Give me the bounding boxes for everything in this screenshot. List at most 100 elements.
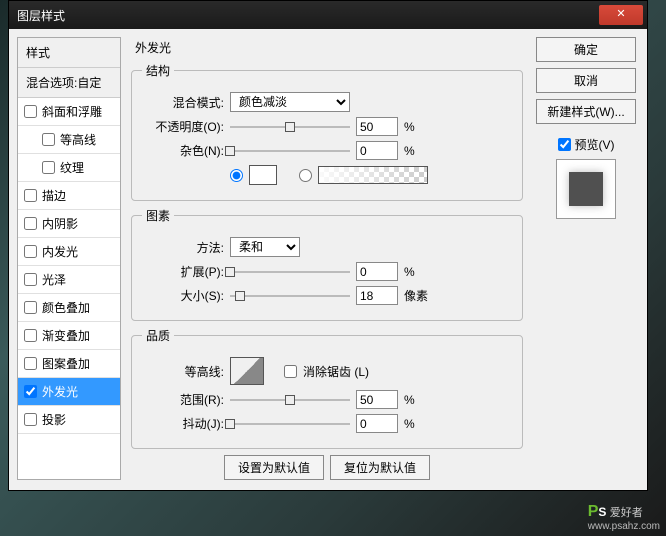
jitter-input[interactable] xyxy=(356,414,398,433)
quality-legend: 品质 xyxy=(142,327,174,344)
sidebar-blend-options[interactable]: 混合选项:自定 xyxy=(18,68,120,98)
sidebar-item-6[interactable]: 光泽 xyxy=(18,266,120,294)
sidebar-label-9: 图案叠加 xyxy=(42,355,90,372)
watermark-url: www.psahz.com xyxy=(588,521,660,532)
sidebar-item-10[interactable]: 外发光 xyxy=(18,378,120,406)
size-input[interactable] xyxy=(356,286,398,305)
elements-group: 图素 方法: 柔和 扩展(P): % 大小(S): 像 xyxy=(131,207,523,321)
panel-title: 外发光 xyxy=(129,37,525,62)
opacity-input[interactable] xyxy=(356,117,398,136)
titlebar[interactable]: 图层样式 ✕ xyxy=(9,1,647,29)
sidebar-checkbox-7[interactable] xyxy=(24,301,37,314)
sidebar-label-3: 描边 xyxy=(42,187,66,204)
reset-default-button[interactable]: 复位为默认值 xyxy=(330,455,430,480)
default-buttons: 设置为默认值 复位为默认值 xyxy=(129,455,525,480)
layer-style-dialog: 图层样式 ✕ 样式 混合选项:自定 斜面和浮雕等高线纹理描边内阴影内发光光泽颜色… xyxy=(8,0,648,491)
size-slider[interactable] xyxy=(230,287,350,305)
structure-group: 结构 混合模式: 颜色减淡 不透明度(O): % 杂色(N): xyxy=(131,62,523,201)
watermark: PS 爱好者 www.psahz.com xyxy=(588,503,660,532)
sidebar-item-3[interactable]: 描边 xyxy=(18,182,120,210)
sidebar-label-8: 渐变叠加 xyxy=(42,327,90,344)
sidebar-checkbox-4[interactable] xyxy=(24,217,37,230)
technique-label: 方法: xyxy=(142,239,224,256)
preview-swatch xyxy=(556,159,616,219)
sidebar-checkbox-5[interactable] xyxy=(24,245,37,258)
blend-mode-label: 混合模式: xyxy=(142,94,224,111)
jitter-label: 抖动(J): xyxy=(142,415,224,432)
spread-slider[interactable] xyxy=(230,263,350,281)
opacity-unit: % xyxy=(404,120,415,134)
sidebar-checkbox-9[interactable] xyxy=(24,357,37,370)
sidebar-item-7[interactable]: 颜色叠加 xyxy=(18,294,120,322)
technique-select[interactable]: 柔和 xyxy=(230,237,300,257)
sidebar-checkbox-6[interactable] xyxy=(24,273,37,286)
noise-label: 杂色(N): xyxy=(142,142,224,159)
cancel-button[interactable]: 取消 xyxy=(536,68,636,93)
range-input[interactable] xyxy=(356,390,398,409)
contour-label: 等高线: xyxy=(142,363,224,380)
sidebar-checkbox-3[interactable] xyxy=(24,189,37,202)
sidebar-checkbox-10[interactable] xyxy=(24,385,37,398)
blend-mode-select[interactable]: 颜色减淡 xyxy=(230,92,350,112)
sidebar-item-5[interactable]: 内发光 xyxy=(18,238,120,266)
sidebar-item-2[interactable]: 纹理 xyxy=(18,154,120,182)
sidebar-item-0[interactable]: 斜面和浮雕 xyxy=(18,98,120,126)
sidebar-item-11[interactable]: 投影 xyxy=(18,406,120,434)
size-unit: 像素 xyxy=(404,287,428,304)
sidebar-checkbox-0[interactable] xyxy=(24,105,37,118)
jitter-unit: % xyxy=(404,417,415,431)
new-style-button[interactable]: 新建样式(W)... xyxy=(536,99,636,124)
sidebar-item-9[interactable]: 图案叠加 xyxy=(18,350,120,378)
watermark-text: 爱好者 xyxy=(610,507,643,519)
range-label: 范围(R): xyxy=(142,391,224,408)
quality-group: 品质 等高线: 消除锯齿 (L) 范围(R): % 抖动(J): xyxy=(131,327,523,449)
sidebar-checkbox-11[interactable] xyxy=(24,413,37,426)
sidebar-checkbox-1[interactable] xyxy=(42,133,55,146)
glow-color-swatch[interactable] xyxy=(249,165,277,185)
spread-unit: % xyxy=(404,265,415,279)
sidebar-label-5: 内发光 xyxy=(42,243,78,260)
glow-gradient-picker[interactable] xyxy=(318,166,428,184)
contour-picker[interactable] xyxy=(230,357,264,385)
watermark-logo: PS xyxy=(588,503,607,521)
preview-checkbox[interactable] xyxy=(558,138,571,151)
sidebar-item-1[interactable]: 等高线 xyxy=(18,126,120,154)
opacity-slider[interactable] xyxy=(230,118,350,136)
sidebar-label-4: 内阴影 xyxy=(42,215,78,232)
sidebar-item-8[interactable]: 渐变叠加 xyxy=(18,322,120,350)
sidebar-heading[interactable]: 样式 xyxy=(18,38,120,68)
spread-input[interactable] xyxy=(356,262,398,281)
outer-glow-panel: 外发光 结构 混合模式: 颜色减淡 不透明度(O): % 杂色(N): xyxy=(129,37,525,480)
sidebar-label-0: 斜面和浮雕 xyxy=(42,103,102,120)
jitter-slider[interactable] xyxy=(230,415,350,433)
noise-slider[interactable] xyxy=(230,142,350,160)
preview-inner xyxy=(569,172,603,206)
opacity-label: 不透明度(O): xyxy=(142,118,224,135)
sidebar-label-11: 投影 xyxy=(42,411,66,428)
glow-gradient-radio[interactable] xyxy=(299,169,312,182)
sidebar-label-7: 颜色叠加 xyxy=(42,299,90,316)
size-label: 大小(S): xyxy=(142,287,224,304)
glow-solid-radio[interactable] xyxy=(230,169,243,182)
sidebar-label-2: 纹理 xyxy=(60,159,84,176)
sidebar-label-10: 外发光 xyxy=(42,383,78,400)
ok-button[interactable]: 确定 xyxy=(536,37,636,62)
dialog-buttons: 确定 取消 新建样式(W)... 预览(V) xyxy=(533,37,639,480)
close-button[interactable]: ✕ xyxy=(599,5,643,25)
sidebar-checkbox-2[interactable] xyxy=(42,161,55,174)
dialog-content: 样式 混合选项:自定 斜面和浮雕等高线纹理描边内阴影内发光光泽颜色叠加渐变叠加图… xyxy=(9,29,647,490)
make-default-button[interactable]: 设置为默认值 xyxy=(224,455,324,480)
elements-legend: 图素 xyxy=(142,207,174,224)
noise-input[interactable] xyxy=(356,141,398,160)
spread-label: 扩展(P): xyxy=(142,263,224,280)
antialias-checkbox[interactable] xyxy=(284,365,297,378)
styles-sidebar: 样式 混合选项:自定 斜面和浮雕等高线纹理描边内阴影内发光光泽颜色叠加渐变叠加图… xyxy=(17,37,121,480)
antialias-label: 消除锯齿 (L) xyxy=(303,363,369,380)
range-slider[interactable] xyxy=(230,391,350,409)
sidebar-label-1: 等高线 xyxy=(60,131,96,148)
sidebar-item-4[interactable]: 内阴影 xyxy=(18,210,120,238)
preview-label: 预览(V) xyxy=(575,136,615,153)
range-unit: % xyxy=(404,393,415,407)
sidebar-checkbox-8[interactable] xyxy=(24,329,37,342)
structure-legend: 结构 xyxy=(142,62,174,79)
